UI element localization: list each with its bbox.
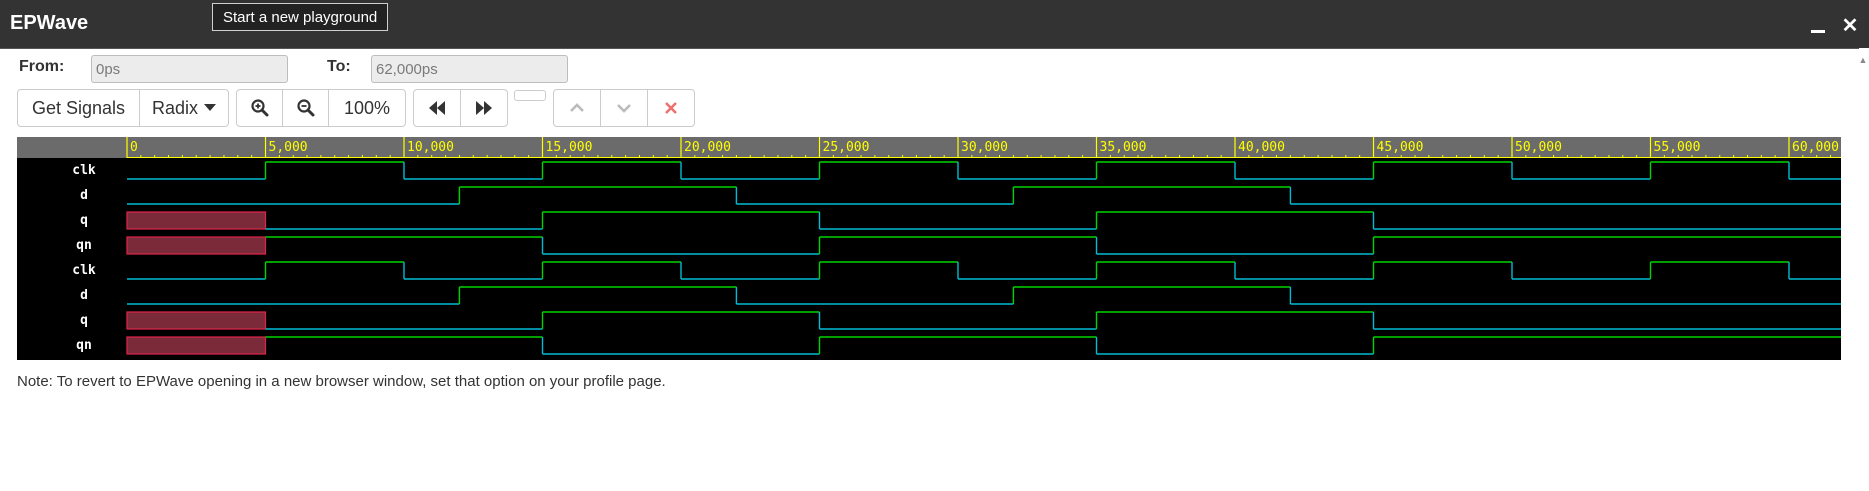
rewind-button[interactable] [414,90,461,126]
signal-name-d: d [80,188,88,203]
ruler-tick-label: 15,000 [546,140,593,155]
ruler-tick-label: 30,000 [961,140,1008,155]
ruler-tick-label: 25,000 [823,140,870,155]
ruler-tick-label: 50,000 [1515,140,1562,155]
ruler-tick-label: 45,000 [1377,140,1424,155]
chevron-down-icon [617,104,631,113]
title-bar: EPWave Start a new playground ✕ [0,0,1869,49]
to-label: To: [327,58,351,75]
remove-signal-button[interactable] [648,90,694,126]
from-input[interactable] [91,55,288,83]
from-label: From: [19,58,65,75]
close-x-icon [665,102,677,114]
ruler-tick-label: 35,000 [1100,140,1147,155]
zoom-out-icon [296,99,314,117]
caret-down-icon [204,104,217,111]
zoom-in-icon [250,99,268,117]
zoom-button-group: 100% [236,89,406,127]
page-scrollbar[interactable] [1859,48,1869,491]
ruler-tick-label: 60,000 [1792,140,1839,155]
unknown-value-block [126,336,267,355]
scroll-up-icon[interactable]: ▲ [1858,54,1868,66]
fast-forward-icon [476,101,492,115]
waveform-panel[interactable]: 0 5,000 10,000 15,000 20,000 25,000 30,000 35,0… [17,137,1841,360]
note-text: Note: To revert to EPWave opening in a n… [17,373,666,390]
signal-name-d: d [80,288,88,303]
signal-name-clk: clk [72,163,96,178]
signal-order-button-group [553,89,695,127]
zoom-in-button[interactable] [237,90,283,126]
chevron-up-icon [570,103,584,112]
unknown-value-block [126,211,267,230]
signals-button-group: Get Signals Radix [17,89,229,127]
waveform-canvas[interactable]: 0 5,000 10,000 15,000 20,000 25,000 30,000 35,0… [17,137,1841,360]
zoom-out-button[interactable] [283,90,329,126]
signal-name-q: q [80,313,88,328]
ruler-tick-label: 10,000 [407,140,454,155]
radix-label: Radix [151,97,199,118]
unknown-value-block [126,311,267,330]
fast-backward-icon [429,101,445,115]
zoom-level-button[interactable]: 100% [329,90,405,126]
radix-button[interactable]: Radix [140,90,228,126]
navigate-button-group [413,89,508,127]
close-icon[interactable]: ✕ [1838,14,1862,38]
ruler-tick-label: 20,000 [684,140,731,155]
forward-button[interactable] [461,90,507,126]
to-input[interactable] [371,55,568,83]
signal-name-clk: clk [72,263,96,278]
ruler-tick-label: 5,000 [269,140,308,155]
signal-name-qn: qn [76,338,92,353]
unknown-value-block [126,236,267,255]
minimize-icon[interactable] [1806,14,1830,38]
new-playground-tooltip: Start a new playground [212,3,389,31]
get-signals-button[interactable]: Get Signals [18,90,140,126]
signal-name-qn: qn [76,238,92,253]
app-title: EPWave [10,12,89,34]
move-up-button[interactable] [554,90,601,126]
ruler-tick-label: 0 [130,140,138,155]
blank-button[interactable] [514,90,546,101]
signal-name-q: q [80,213,88,228]
ruler-tick-label: 55,000 [1654,140,1701,155]
ruler-tick-label: 40,000 [1238,140,1285,155]
move-down-button[interactable] [601,90,648,126]
